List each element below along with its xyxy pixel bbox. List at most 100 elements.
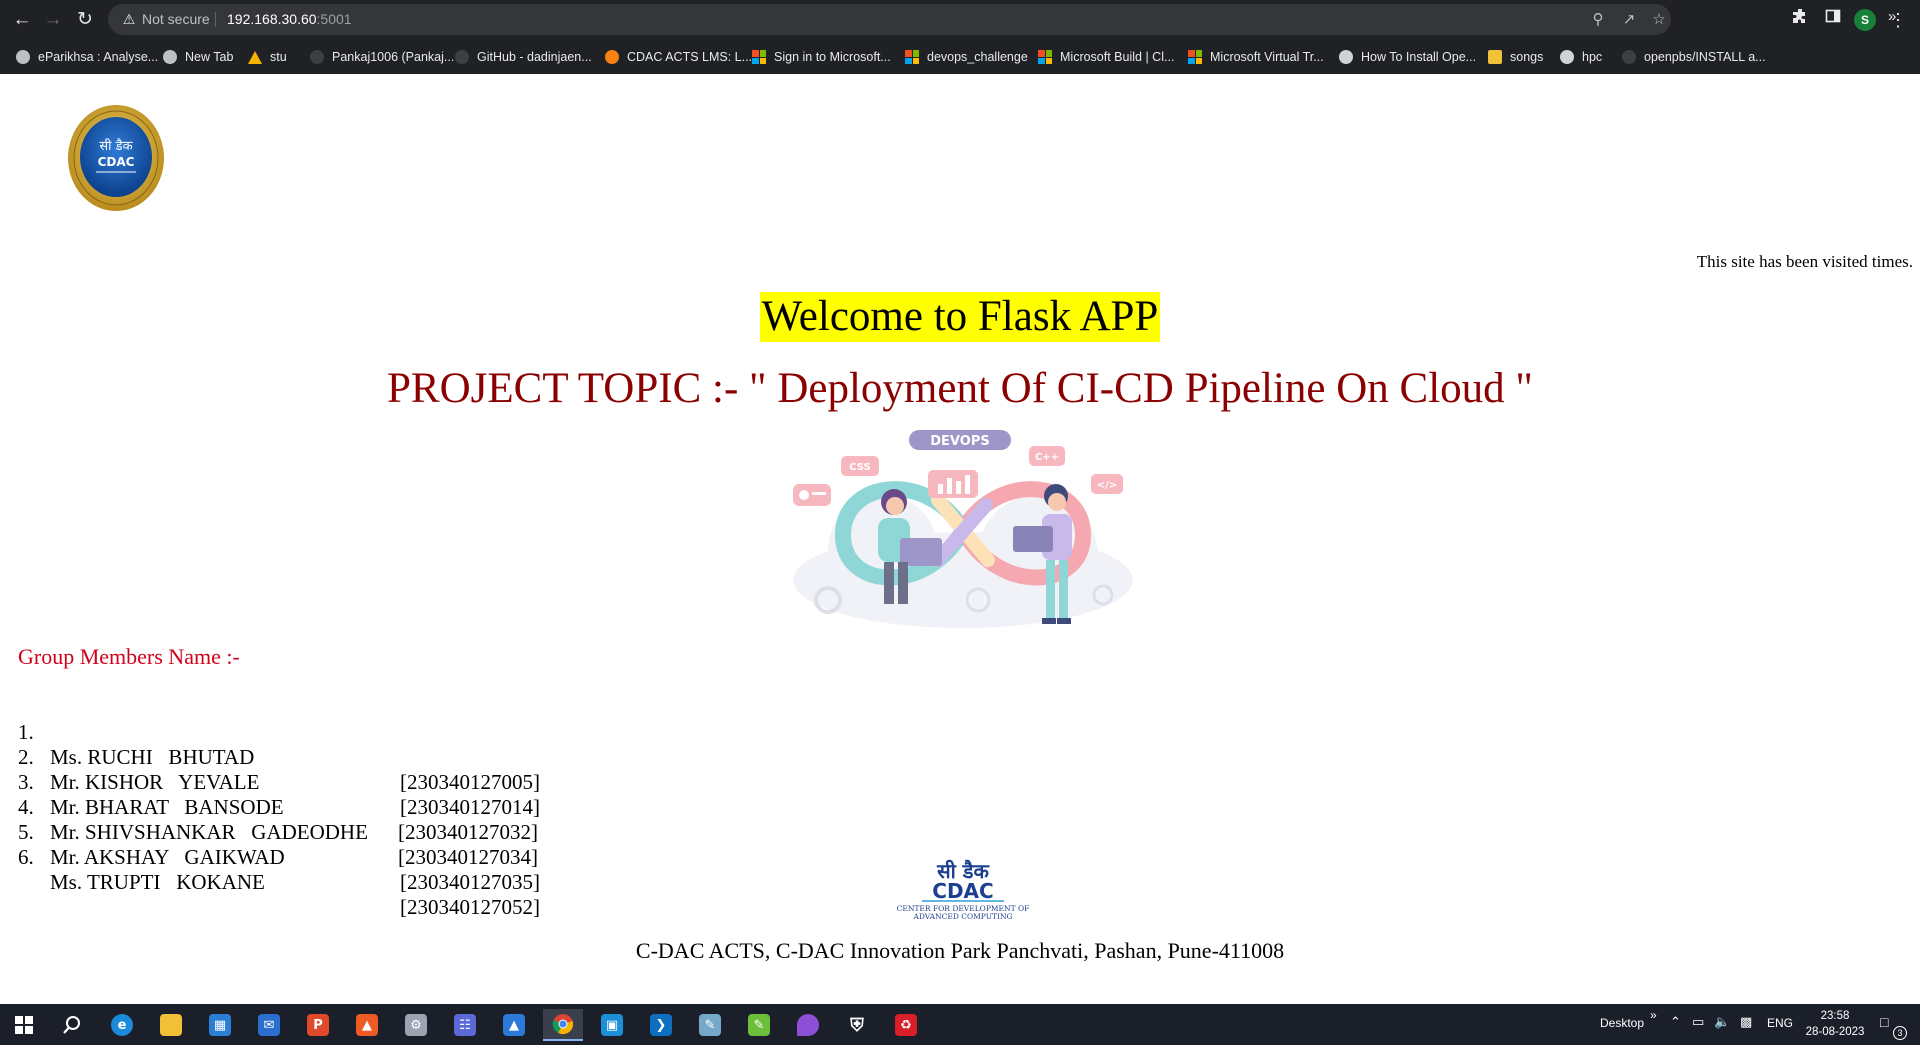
- github-icon: [310, 50, 324, 64]
- illustration-devops-label: DEVOPS: [930, 434, 989, 449]
- brave-icon: ▲: [356, 1014, 378, 1036]
- taskbar-app-pdf[interactable]: P: [298, 1009, 338, 1041]
- bookmark-item[interactable]: hpc: [1560, 47, 1602, 67]
- display-tray-icon[interactable]: ▩: [1740, 1015, 1752, 1030]
- welcome-heading: Welcome to Flask APP: [759, 292, 1161, 342]
- microsoft-icon: [1038, 50, 1052, 64]
- taskbar-app-explorer[interactable]: [151, 1009, 191, 1041]
- moodle-icon: [605, 50, 619, 64]
- bookmark-item[interactable]: CDAC ACTS LMS: L...: [605, 47, 752, 67]
- footer-logo-brand: CDAC: [932, 879, 993, 903]
- bookmark-item[interactable]: songs: [1488, 47, 1543, 67]
- member-name: Mr. BHARAT BANSODE: [50, 795, 284, 819]
- welcome-heading-wrap: Welcome to Flask APP: [0, 292, 1920, 342]
- taskbar-app-red[interactable]: ♻: [886, 1009, 926, 1041]
- taskbar-app-mail[interactable]: ✉: [249, 1009, 289, 1041]
- side-panel-icon[interactable]: [1821, 8, 1845, 32]
- shield-icon: ⛨: [850, 1014, 864, 1036]
- tray-overflow-label[interactable]: »: [1650, 1008, 1657, 1022]
- vscode-icon: ❯: [650, 1014, 672, 1036]
- notification-count-badge: 3: [1893, 1026, 1907, 1040]
- microsoft-icon: [905, 50, 919, 64]
- network-icon: ☷: [454, 1014, 476, 1036]
- taskbar-app-chrome[interactable]: [543, 1009, 583, 1041]
- bookmark-item[interactable]: New Tab: [163, 47, 233, 67]
- bookmark-item[interactable]: Microsoft Virtual Tr...: [1188, 47, 1324, 67]
- taskbar-app-brave[interactable]: ▲: [347, 1009, 387, 1041]
- bookmark-star-icon[interactable]: ☆: [1648, 9, 1670, 31]
- chevron-up-icon[interactable]: ⌃: [1670, 1015, 1681, 1030]
- forward-button[interactable]: →: [41, 8, 65, 32]
- search-button[interactable]: [52, 1009, 92, 1041]
- address-separator: [215, 12, 216, 27]
- security-label[interactable]: Not secure: [142, 11, 210, 27]
- app-red-icon: ♻: [895, 1014, 917, 1036]
- bookmark-item[interactable]: How To Install Ope...: [1339, 47, 1476, 67]
- warning-icon[interactable]: ⚠: [120, 10, 138, 28]
- taskbar-app-notepadpp[interactable]: ✎: [739, 1009, 779, 1041]
- bookmark-label: New Tab: [185, 50, 234, 64]
- bookmarks-bar: eParikhsa : Analyse... New Tab stu Pankaj10…: [0, 40, 1920, 74]
- tray-time: 23:58: [1820, 1010, 1850, 1022]
- bookmark-label: Microsoft Virtual Tr...: [1210, 50, 1324, 64]
- bookmark-item[interactable]: Sign in to Microsoft...: [752, 47, 891, 67]
- back-button[interactable]: ←: [10, 8, 34, 32]
- reload-button[interactable]: ↻: [73, 8, 97, 32]
- store-icon: ▦: [209, 1014, 231, 1036]
- taskbar-app-tool[interactable]: ⚙: [396, 1009, 436, 1041]
- bookmark-label: Pankaj1006 (Pankaj...: [332, 50, 455, 64]
- bookmark-label: CDAC ACTS LMS: L...: [627, 50, 753, 64]
- bookmark-item[interactable]: eParikhsa : Analyse...: [16, 47, 158, 67]
- notepadpp-icon: ✎: [748, 1014, 770, 1036]
- network-tray-icon[interactable]: ▭: [1692, 1015, 1704, 1030]
- profile-avatar[interactable]: S: [1854, 9, 1876, 31]
- taskbar-app-drop[interactable]: [788, 1009, 828, 1041]
- pdf-icon: P: [307, 1014, 329, 1036]
- bookmark-item[interactable]: Microsoft Build | Cl...: [1038, 47, 1174, 67]
- address-bar[interactable]: ⚠ Not secure 192.168.30.60:5001 ⚲ ↗ ☆: [108, 4, 1671, 35]
- taskbar-app-photos[interactable]: ▲: [494, 1009, 534, 1041]
- member-name: Ms. TRUPTI KOKANE: [50, 870, 265, 894]
- window-icon: ▣: [601, 1014, 623, 1036]
- visit-counter: This site has been visited times.: [1696, 252, 1913, 271]
- drop-icon: [797, 1014, 819, 1036]
- tray-language[interactable]: ENG: [1767, 1016, 1793, 1030]
- taskbar-app-notepad[interactable]: ✎: [690, 1009, 730, 1041]
- volume-muted-icon[interactable]: 🔈: [1714, 1015, 1730, 1030]
- member-id: [230340127005]: [400, 770, 540, 794]
- zoom-icon[interactable]: ⚲: [1587, 9, 1609, 31]
- list-item: 5. Mr. AKSHAY GAIKWAD [230340127035]: [18, 795, 540, 894]
- taskbar-app-vmware[interactable]: ▣: [592, 1009, 632, 1041]
- taskbar-app-shield[interactable]: ⛨: [837, 1009, 877, 1041]
- member-name: Mr. SHIVSHANKAR GADEODHE: [50, 820, 368, 844]
- taskbar-app-network[interactable]: ☷: [445, 1009, 485, 1041]
- member-name: Ms. RUCHI BHUTAD: [50, 745, 255, 769]
- bookmark-item[interactable]: Pankaj1006 (Pankaj...: [310, 47, 454, 67]
- bookmark-item[interactable]: openpbs/INSTALL a...: [1622, 47, 1766, 67]
- bookmark-item[interactable]: devops_challenge: [905, 47, 1028, 67]
- start-button[interactable]: [4, 1009, 44, 1041]
- url-text[interactable]: 192.168.30.60:5001: [227, 11, 352, 27]
- extensions-icon[interactable]: [1788, 8, 1812, 32]
- bookmark-item[interactable]: stu: [248, 47, 287, 67]
- tray-clock[interactable]: 23:58 28-08-2023: [1800, 1008, 1870, 1040]
- footer-logo-line2: ADVANCED COMPUTING: [912, 912, 1012, 921]
- member-name: Mr. AKSHAY GAIKWAD: [50, 845, 285, 869]
- bookmark-item[interactable]: GitHub - dadinjaen...: [455, 47, 592, 67]
- member-name: Mr. KISHOR YEVALE: [50, 770, 260, 794]
- members-heading: Group Members Name :-: [18, 644, 240, 669]
- github-icon: [1622, 50, 1636, 64]
- taskbar-app-store[interactable]: ▦: [200, 1009, 240, 1041]
- url-host: 192.168.30.60: [227, 11, 317, 27]
- bookmarks-overflow-icon[interactable]: »: [1888, 8, 1896, 25]
- share-icon[interactable]: ↗: [1618, 9, 1640, 31]
- github-icon: [455, 50, 469, 64]
- taskbar-app-edge[interactable]: e: [102, 1009, 142, 1041]
- tray-desktop-label[interactable]: Desktop: [1600, 1016, 1644, 1030]
- microsoft-icon: [752, 50, 766, 64]
- tray-date: 28-08-2023: [1805, 1026, 1865, 1038]
- taskbar-app-vscode[interactable]: ❯: [641, 1009, 681, 1041]
- bookmark-label: devops_challenge: [927, 50, 1028, 64]
- devops-illustration: DEVOPS CSS C++ </>: [793, 430, 1133, 628]
- globe-icon: [16, 50, 30, 64]
